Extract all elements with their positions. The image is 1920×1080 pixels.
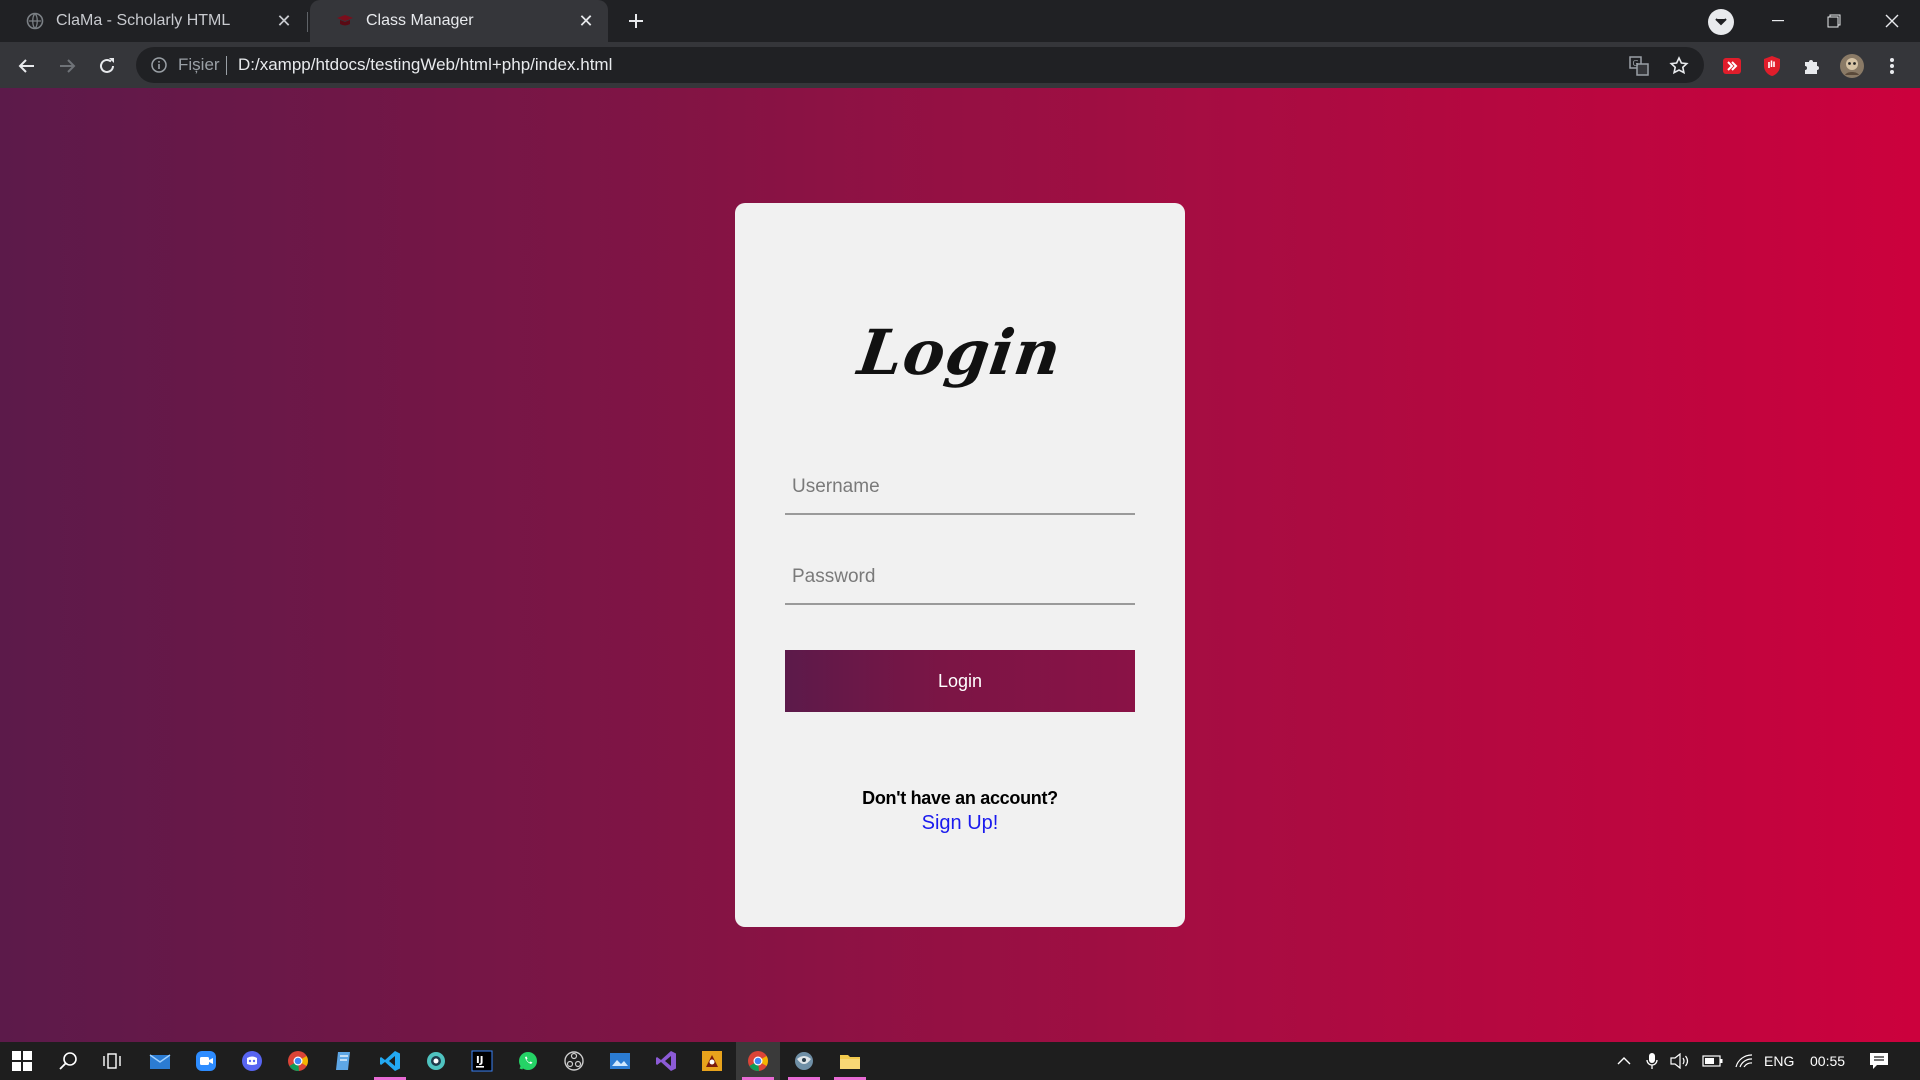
chevron-up-icon[interactable] [1612,1042,1636,1080]
notifications-icon[interactable] [1866,1042,1892,1080]
signup-link[interactable]: Sign Up! [735,812,1185,835]
tab-strip: ClaMa - Scholarly HTML ✕ Class Manager ✕ [0,0,1920,42]
notes-app-icon[interactable] [322,1042,366,1080]
close-tab-icon[interactable]: ✕ [574,9,598,33]
address-divider [226,56,227,75]
windows-taskbar: IJ ENG 00:55 [0,1042,1920,1080]
chrome-running-icon[interactable] [736,1042,780,1080]
page-viewport: Login Login Don't have an account? Sign … [0,88,1920,1042]
vscode-icon[interactable] [368,1042,412,1080]
address-bar[interactable]: Fișier D:/xampp/htdocs/testingWeb/html+p… [136,47,1704,83]
tab-title: ClaMa - Scholarly HTML [56,12,231,29]
file-explorer-icon[interactable] [828,1042,872,1080]
signup-prompt: Don't have an account? [862,788,1058,808]
zoom-icon[interactable] [184,1042,228,1080]
intellij-icon[interactable]: IJ [460,1042,504,1080]
extensions-puzzle-icon[interactable] [1795,49,1829,83]
tab-search-icon[interactable] [1708,9,1734,35]
browser-menu-icon[interactable] [1875,49,1909,83]
login-button[interactable]: Login [785,650,1135,712]
microphone-icon[interactable] [1642,1042,1662,1080]
search-icon[interactable] [46,1042,90,1080]
new-tab-button[interactable] [622,7,650,35]
mail-icon[interactable] [138,1042,182,1080]
svg-text:IJ: IJ [476,1055,483,1066]
tab-clama[interactable]: ClaMa - Scholarly HTML ✕ [0,0,306,42]
tab-class-manager[interactable]: Class Manager ✕ [310,0,608,42]
close-tab-icon[interactable]: ✕ [272,9,296,33]
wifi-icon[interactable] [1732,1042,1756,1080]
clock[interactable]: 00:55 [1810,1042,1845,1080]
volume-icon[interactable] [1668,1042,1692,1080]
login-card: Login Login Don't have an account? Sign … [735,203,1185,927]
chrome-icon[interactable] [276,1042,320,1080]
browser-app-icon[interactable] [782,1042,826,1080]
back-button[interactable] [10,49,44,83]
discord-icon[interactable] [230,1042,274,1080]
profile-avatar[interactable] [1835,49,1869,83]
close-window-button[interactable] [1864,0,1920,42]
login-title: Login [853,316,1067,389]
info-icon[interactable] [150,56,168,74]
forward-button[interactable] [50,49,84,83]
password-input[interactable] [785,551,1135,605]
battery-icon[interactable] [1700,1042,1726,1080]
address-scheme-label: Fișier [178,55,220,74]
username-input[interactable] [785,461,1135,515]
start-windows-icon[interactable] [0,1042,44,1080]
reload-button[interactable] [90,49,124,83]
minimize-button[interactable] [1750,0,1806,42]
game-app-icon[interactable] [690,1042,734,1080]
browser-toolbar: Fișier D:/xampp/htdocs/testingWeb/html+p… [0,42,1920,88]
globe-icon [26,12,44,30]
language-indicator[interactable]: ENG [1764,1042,1794,1080]
task-view-icon[interactable] [90,1042,134,1080]
extension-youtube-icon[interactable] [1715,49,1749,83]
extension-adblock-icon[interactable] [1755,49,1789,83]
whatsapp-icon[interactable] [506,1042,550,1080]
obs-icon[interactable] [552,1042,596,1080]
svg-text:G: G [1633,59,1639,68]
tab-title: Class Manager [366,12,474,29]
network-app-icon[interactable] [414,1042,458,1080]
bookmark-star-icon[interactable] [1668,55,1690,77]
visual-studio-icon[interactable] [644,1042,688,1080]
tab-separator [307,12,308,32]
restore-button[interactable] [1806,0,1862,42]
translate-icon[interactable]: G [1628,55,1650,77]
address-url[interactable]: D:/xampp/htdocs/testingWeb/html+php/inde… [238,55,612,75]
photos-icon[interactable] [598,1042,642,1080]
site-favicon-icon [336,12,354,30]
